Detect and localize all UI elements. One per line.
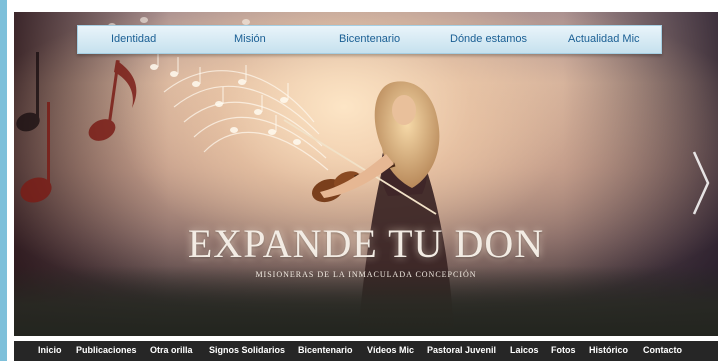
bottom-nav: Inicio Publicaciones Otra orilla Signos … bbox=[14, 341, 718, 361]
bottom-nav-item-videos-mic[interactable]: Vídeos Mic bbox=[367, 345, 414, 355]
hero-slider: EXPANDE TU DON MISIONERAS DE LA INMACULA… bbox=[14, 12, 718, 336]
bottom-nav-item-publicaciones[interactable]: Publicaciones bbox=[76, 345, 137, 355]
top-nav-item-actualidad-mic[interactable]: Actualidad Mic bbox=[568, 33, 640, 45]
bottom-nav-item-bicentenario[interactable]: Bicentenario bbox=[298, 345, 353, 355]
chevron-right-icon[interactable] bbox=[690, 148, 712, 218]
top-nav-item-bicentenario[interactable]: Bicentenario bbox=[339, 33, 400, 45]
slide-title: EXPANDE TU DON bbox=[187, 221, 545, 266]
bottom-nav-item-pastoral-juvenil[interactable]: Pastoral Juvenil bbox=[427, 345, 496, 355]
top-nav-item-identidad[interactable]: Identidad bbox=[111, 33, 156, 45]
bottom-nav-item-signos-solidarios[interactable]: Signos Solidarios bbox=[209, 345, 285, 355]
top-nav-item-mision[interactable]: Misión bbox=[234, 33, 266, 45]
top-nav-item-donde-estamos[interactable]: Dónde estamos bbox=[450, 33, 527, 45]
bottom-nav-item-otra-orilla[interactable]: Otra orilla bbox=[150, 345, 193, 355]
bottom-nav-item-historico[interactable]: Histórico bbox=[589, 345, 628, 355]
left-accent-bar bbox=[0, 0, 7, 361]
bottom-nav-item-inicio[interactable]: Inicio bbox=[38, 345, 62, 355]
bottom-nav-item-contacto[interactable]: Contacto bbox=[643, 345, 682, 355]
top-nav: Identidad Misión Bicentenario Dónde esta… bbox=[77, 25, 662, 54]
bottom-nav-item-fotos[interactable]: Fotos bbox=[551, 345, 576, 355]
slide-subtitle: MISIONERAS DE LA INMACULADA CONCEPCIÓN bbox=[255, 270, 477, 279]
bottom-nav-item-laicos[interactable]: Laicos bbox=[510, 345, 539, 355]
